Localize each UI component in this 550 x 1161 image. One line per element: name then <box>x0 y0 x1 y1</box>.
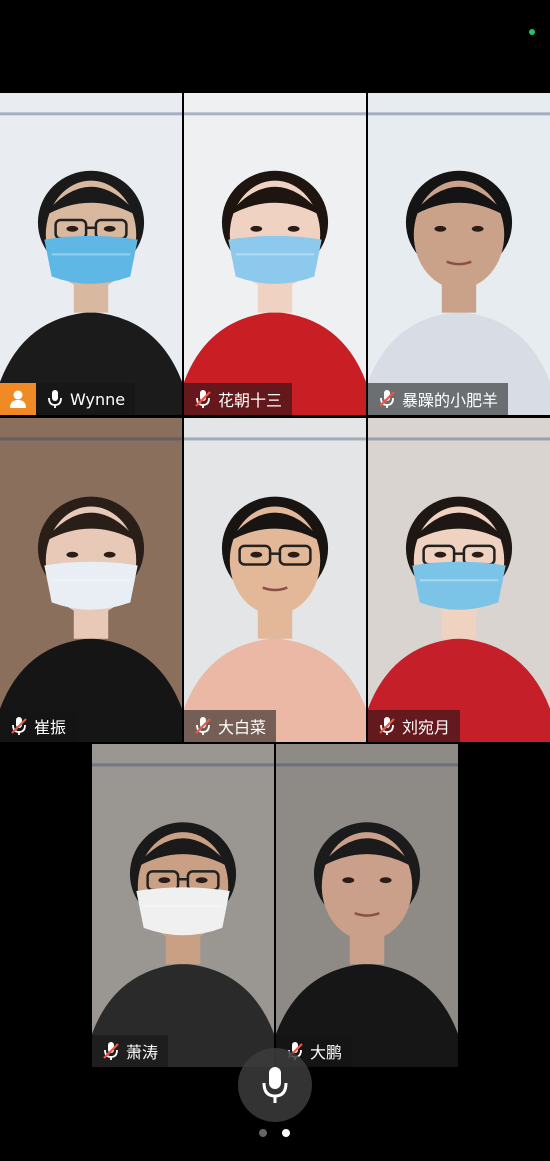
participant-name: 萧涛 <box>126 1043 159 1062</box>
participant-tile-7[interactable]: 萧涛 <box>92 744 274 1067</box>
participant-tile-2[interactable]: 花朝十三 <box>184 93 366 415</box>
participant-name: 崔振 <box>34 718 67 737</box>
video-feed <box>0 418 182 742</box>
video-feed <box>368 418 550 742</box>
page-indicator <box>259 1129 290 1137</box>
page-dot-2[interactable] <box>282 1129 290 1137</box>
participant-name-label: 花朝十三 <box>184 383 293 415</box>
participant-name-label: 崔振 <box>0 710 77 742</box>
participant-name-label: 暴躁的小肥羊 <box>368 383 509 415</box>
mic-muted-icon <box>379 717 395 735</box>
video-feed <box>368 93 550 415</box>
video-feed <box>276 744 458 1067</box>
mic-muted-icon <box>11 717 27 735</box>
mic-muted-icon <box>103 1042 119 1060</box>
participant-name-label: 大白菜 <box>184 710 277 742</box>
page-dot-1[interactable] <box>259 1129 267 1137</box>
video-feed <box>184 418 366 742</box>
participant-tile-6[interactable]: 刘宛月 <box>368 418 550 742</box>
video-feed <box>92 744 274 1067</box>
mic-muted-icon <box>195 390 211 408</box>
video-feed <box>0 93 182 415</box>
participant-name: 大白菜 <box>218 718 267 737</box>
participant-name: 大鹏 <box>310 1043 343 1062</box>
host-badge-icon <box>0 383 36 415</box>
participant-tile-8[interactable]: 大鹏 <box>276 744 458 1067</box>
participant-tile-3[interactable]: 暴躁的小肥羊 <box>368 93 550 415</box>
mute-toggle-button[interactable] <box>238 1048 312 1122</box>
participant-name: 暴躁的小肥羊 <box>402 391 499 410</box>
microphone-icon <box>262 1067 288 1103</box>
status-indicator <box>529 29 535 35</box>
video-feed <box>184 93 366 415</box>
participant-name-label: 刘宛月 <box>368 710 461 742</box>
participant-name: 刘宛月 <box>402 718 451 737</box>
mic-muted-icon <box>379 390 395 408</box>
microphone-icon <box>48 390 62 408</box>
participant-name-label: 萧涛 <box>92 1035 169 1067</box>
participant-name-label: Wynne <box>0 383 136 415</box>
participant-tile-4[interactable]: 崔振 <box>0 418 182 742</box>
mic-muted-icon <box>195 717 211 735</box>
participant-tile-5[interactable]: 大白菜 <box>184 418 366 742</box>
participant-name: 花朝十三 <box>218 391 283 410</box>
participant-tile-wynne[interactable]: Wynne <box>0 93 182 415</box>
participant-name: Wynne <box>70 389 126 409</box>
meeting-screen: Wynne 花朝十三 暴躁的小肥羊 崔振 大白菜 刘宛月 萧涛 大鹏 <box>0 0 550 1161</box>
